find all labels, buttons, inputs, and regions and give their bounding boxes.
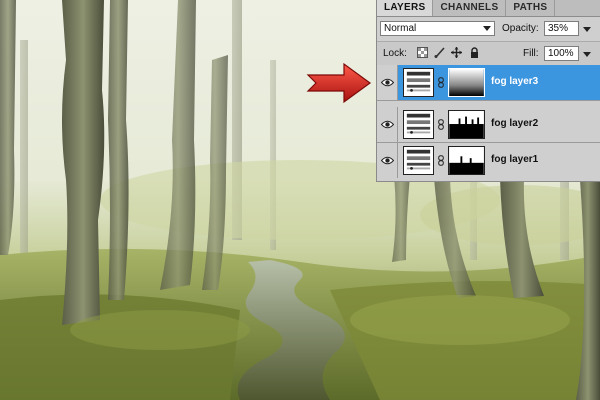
visibility-toggle[interactable]	[377, 143, 398, 178]
chevron-down-icon	[483, 26, 491, 31]
layer-name: fog layer2	[491, 118, 539, 129]
opacity-label: Opacity:	[502, 23, 539, 34]
levels-thumbnail-icon[interactable]	[403, 68, 434, 97]
layers-panel: LAYERS CHANNELS PATHS Normal Opacity: 35…	[376, 0, 600, 182]
blend-mode-value: Normal	[384, 23, 417, 34]
tab-layers[interactable]: LAYERS	[377, 0, 434, 16]
eye-icon	[381, 156, 394, 165]
layer-mask-icon[interactable]	[448, 110, 485, 139]
visibility-toggle[interactable]	[377, 107, 398, 142]
layer-mask-icon[interactable]	[448, 68, 485, 97]
blend-mode-select[interactable]: Normal	[380, 21, 495, 36]
blend-opacity-row: Normal Opacity: 35%	[377, 17, 600, 42]
red-arrow-icon	[306, 62, 372, 104]
levels-thumbnail-icon[interactable]	[403, 110, 434, 139]
eye-icon	[381, 78, 394, 87]
opacity-input[interactable]: 35%	[544, 21, 579, 36]
layer-row-fog-layer1[interactable]: fog layer1	[377, 143, 600, 179]
tab-channels[interactable]: CHANNELS	[433, 0, 507, 16]
lock-label: Lock:	[383, 48, 407, 59]
fill-slider-caret-icon[interactable]	[583, 52, 591, 57]
tab-paths[interactable]: PATHS	[506, 0, 556, 16]
lock-transparency-icon[interactable]	[417, 47, 428, 58]
lock-all-icon[interactable]	[469, 47, 480, 58]
layer-row-fog-layer3[interactable]: fog layer3	[377, 65, 600, 101]
chain-link-icon[interactable]	[438, 155, 444, 166]
layer-mask-icon[interactable]	[448, 146, 485, 175]
lock-move-icon[interactable]	[451, 47, 462, 58]
visibility-toggle[interactable]	[377, 65, 398, 100]
layer-name: fog layer3	[491, 76, 539, 87]
eye-icon	[381, 120, 394, 129]
layer-row-fog-layer2[interactable]: fog layer2	[377, 107, 600, 143]
levels-thumbnail-icon[interactable]	[403, 146, 434, 175]
lock-brush-icon[interactable]	[434, 47, 445, 58]
opacity-slider-caret-icon[interactable]	[583, 27, 591, 32]
chain-link-icon[interactable]	[438, 77, 444, 88]
fill-label: Fill:	[523, 48, 539, 59]
panel-tabs: LAYERS CHANNELS PATHS	[377, 0, 600, 17]
chain-link-icon[interactable]	[438, 119, 444, 130]
layer-name: fog layer1	[491, 154, 539, 165]
lock-fill-row: Lock: Fill: 100%	[377, 42, 600, 66]
fill-input[interactable]: 100%	[544, 46, 579, 61]
